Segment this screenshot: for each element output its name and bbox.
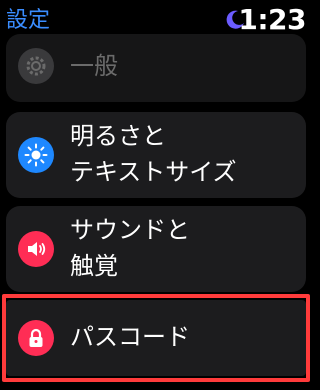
settings-row-general[interactable]: 一般	[6, 34, 306, 102]
back-button-title[interactable]: 設定	[6, 6, 50, 36]
settings-row-label-line1: サウンドと	[70, 216, 190, 244]
speaker-icon	[18, 231, 54, 267]
settings-row-label: 一般	[70, 52, 118, 80]
settings-row-label-line2: テキストサイズ	[70, 158, 237, 186]
settings-row-brightness[interactable]: 明るさと テキストサイズ	[6, 112, 306, 198]
gear-icon	[18, 48, 54, 84]
selection-highlight	[2, 294, 310, 382]
sun-icon	[18, 137, 54, 173]
clock-time: 1:23	[238, 3, 306, 36]
settings-row-sounds-haptics[interactable]: サウンドと 触覚	[6, 206, 306, 292]
settings-row-label-line1: 明るさと	[70, 122, 166, 150]
settings-row-label-line2: 触覚	[70, 252, 118, 280]
